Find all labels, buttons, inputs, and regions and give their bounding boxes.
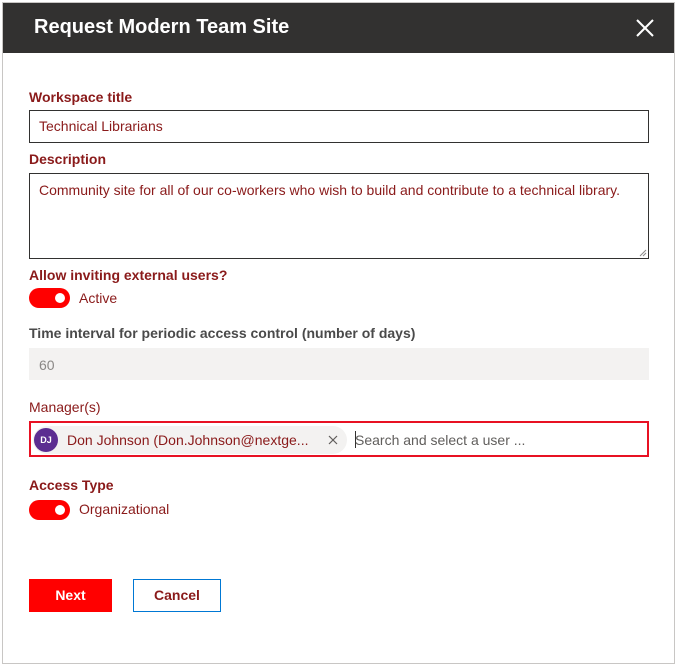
persona-name: Don Johnson (Don.Johnson@nextge... (67, 432, 309, 448)
selected-persona[interactable]: DJ Don Johnson (Don.Johnson@nextge... (33, 426, 347, 454)
dialog-header: Request Modern Team Site (3, 3, 674, 53)
access-type-state: Organizational (79, 501, 170, 517)
workspace-title-input[interactable]: Technical Librarians (29, 110, 649, 143)
next-button[interactable]: Next (29, 579, 112, 612)
close-icon[interactable] (632, 15, 658, 41)
access-type-label: Access Type (29, 477, 114, 493)
managers-people-picker[interactable]: DJ Don Johnson (Don.Johnson@nextge... (29, 421, 649, 457)
toggle-knob (55, 505, 65, 515)
resize-grip-icon[interactable] (639, 249, 647, 257)
toggle-knob (55, 293, 65, 303)
managers-label: Manager(s) (29, 399, 101, 415)
workspace-title-label: Workspace title (29, 89, 133, 105)
external-users-state: Active (79, 290, 118, 306)
external-users-toggle[interactable] (29, 288, 70, 308)
access-interval-label: Time interval for periodic access contro… (29, 325, 416, 341)
user-search-input[interactable] (355, 428, 640, 452)
external-users-label: Allow inviting external users? (29, 267, 228, 283)
access-type-toggle[interactable] (29, 500, 70, 520)
description-text: Community site for all of our co-workers… (39, 182, 620, 198)
remove-persona-icon[interactable] (325, 432, 341, 448)
access-interval-field: 60 (29, 348, 649, 380)
cancel-button[interactable]: Cancel (133, 579, 221, 612)
description-textarea[interactable]: Community site for all of our co-workers… (29, 173, 649, 259)
request-site-dialog: Request Modern Team Site Workspace title… (2, 2, 675, 664)
description-label: Description (29, 151, 107, 167)
dialog-title: Request Modern Team Site (34, 16, 290, 38)
avatar: DJ (34, 428, 58, 452)
